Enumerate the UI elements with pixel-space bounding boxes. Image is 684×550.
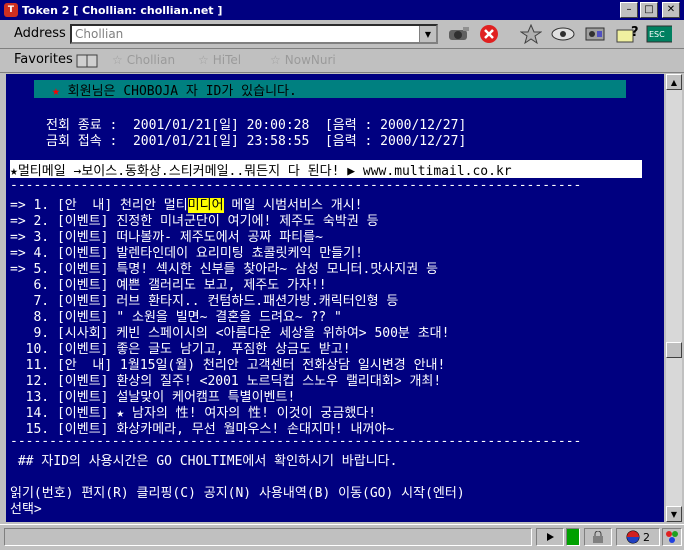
- window-title: Token 2 [ Chollian: chollian.net ]: [22, 3, 223, 17]
- minimize-button[interactable]: –: [620, 2, 638, 18]
- stop-icon[interactable]: [476, 24, 502, 44]
- address-field[interactable]: ▼: [70, 24, 438, 44]
- lock-icon[interactable]: [584, 528, 612, 546]
- favorite-star-icon: ☆: [198, 53, 209, 67]
- address-toolbar: Address ▼ ? ESC: [0, 20, 684, 49]
- prompt-line[interactable]: 선택>: [10, 498, 42, 517]
- flag-icon: [626, 530, 640, 544]
- notice-star-icon: ★: [52, 84, 60, 99]
- title-bar: T Token 2 [ Chollian: chollian.net ] – □…: [0, 0, 684, 20]
- notice-text: 회원님은 CHOBOJA 자 ID가 있습니다.: [67, 84, 297, 99]
- favorite-star-icon: ☆: [112, 53, 123, 67]
- favorites-label: Favorites: [14, 52, 73, 67]
- settings-icon[interactable]: [582, 24, 608, 44]
- svg-text:?: ?: [631, 25, 639, 40]
- address-input[interactable]: [72, 26, 417, 42]
- close-button[interactable]: ✕: [662, 2, 680, 18]
- book-icon[interactable]: [76, 53, 98, 69]
- favorite-label: HiTel: [212, 53, 242, 67]
- svg-text:ESC: ESC: [649, 30, 665, 39]
- favorite-star-icon: ☆: [270, 53, 281, 67]
- token-app-icon[interactable]: T: [4, 3, 18, 17]
- command-line: 읽기(번호) 편지(R) 클리핑(C) 공지(N) 사용내역(B) 이동(GO)…: [10, 486, 465, 501]
- favorites-toolbar: Favorites ☆ Chollian ☆ HiTel ☆ NowNuri: [0, 48, 684, 73]
- connect-icon[interactable]: [446, 24, 472, 44]
- favorite-chollian[interactable]: ☆ Chollian: [112, 53, 175, 67]
- notice-banner: ★ 회원님은 CHOBOJA 자 ID가 있습니다.: [34, 80, 626, 99]
- favorite-nownuri[interactable]: ☆ NowNuri: [270, 53, 336, 67]
- vertical-scrollbar[interactable]: ▲ ▼: [666, 74, 682, 522]
- separator-line: ----------------------------------------…: [10, 178, 582, 193]
- hint-line: ## 자ID의 사용시간은 GO CHOLTIME에서 확인하시기 바랍니다.: [10, 454, 398, 469]
- status-arrow-icon: [536, 528, 564, 546]
- address-label: Address: [14, 26, 66, 41]
- favorite-hitel[interactable]: ☆ HiTel: [198, 53, 241, 67]
- scroll-thumb[interactable]: [666, 342, 682, 358]
- scroll-up-icon[interactable]: ▲: [666, 74, 682, 90]
- help-icon[interactable]: ?: [614, 24, 640, 44]
- esc-icon[interactable]: ESC: [646, 24, 672, 44]
- status-bar: 2: [0, 524, 684, 550]
- promo-banner[interactable]: ★멀티메일 →보이스.동화상.스티커메일..뭐든지 다 된다! ▶ www.mu…: [10, 160, 642, 179]
- zoom-value: 2: [643, 530, 650, 544]
- star-tool-icon[interactable]: [518, 24, 544, 44]
- chevron-down-icon[interactable]: ▼: [419, 26, 436, 42]
- scroll-down-icon[interactable]: ▼: [666, 506, 682, 522]
- current-connection-line: 금회 접속 : 2001/01/21[일] 23:58:55 [음력 : 200…: [46, 134, 467, 149]
- favorite-label: Chollian: [126, 53, 176, 67]
- connection-indicator-icon: [566, 528, 580, 546]
- separator-line: ----------------------------------------…: [10, 434, 582, 449]
- terminal-screen[interactable]: ★ 회원님은 CHOBOJA 자 ID가 있습니다. 전회 종료 : 2001/…: [6, 74, 664, 522]
- view-icon[interactable]: [550, 24, 576, 44]
- status-message: [4, 528, 532, 546]
- maximize-button[interactable]: □: [640, 2, 658, 18]
- zoom-indicator[interactable]: 2: [616, 528, 660, 546]
- palette-icon[interactable]: [662, 528, 682, 546]
- favorite-label: NowNuri: [284, 53, 336, 67]
